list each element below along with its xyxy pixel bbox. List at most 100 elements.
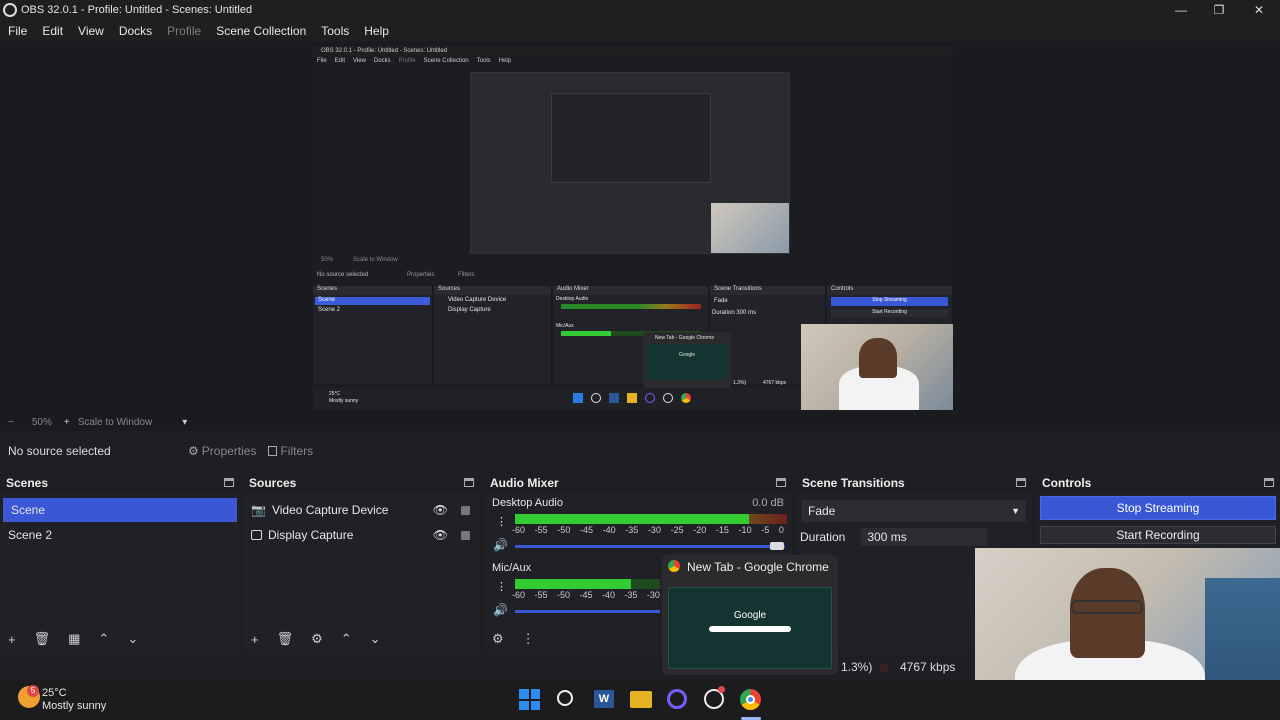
chrome-window-title: New Tab - Google Chrome <box>687 560 829 574</box>
properties-button[interactable]: ⚙ Properties <box>188 444 256 458</box>
menu-tools[interactable]: Tools <box>321 24 349 38</box>
file-explorer-icon[interactable] <box>630 691 652 708</box>
volume-slider[interactable] <box>515 610 660 613</box>
lock-icon[interactable] <box>461 505 470 515</box>
source-item[interactable]: Display Capture 👁 <box>243 523 480 547</box>
meter-ticks: -60 -55 -50 -45 -40 -35 -30 <box>512 590 660 600</box>
minimize-button[interactable]: — <box>1162 0 1200 20</box>
meter-ticks: -60 -55 -50 -45 -40 -35 -30 -25 -20 -15 -10 -5 0 <box>512 525 784 535</box>
trash-icon[interactable]: 🗑 <box>277 631 294 647</box>
close-button[interactable]: ✕ <box>1240 0 1278 20</box>
duration-label: Duration <box>800 530 846 544</box>
scenes-header: Scenes <box>0 473 240 492</box>
chrome-thumbnail[interactable]: Google <box>668 587 832 669</box>
zoom-in-button[interactable]: + <box>64 417 70 428</box>
scale-mode[interactable]: Scale to Window <box>78 417 152 428</box>
gear-icon: ⚙ <box>188 444 199 458</box>
duration-row: Duration 300 ms <box>796 528 1032 546</box>
zoom-out-button[interactable]: − <box>8 417 14 428</box>
menu-help[interactable]: Help <box>364 24 389 38</box>
nested-mixer-title: Audio Mixer <box>553 286 708 295</box>
undock-icon[interactable] <box>224 478 234 487</box>
source-item[interactable]: 📷 Video Capture Device 👁 <box>243 498 480 522</box>
scene-item[interactable]: Scene 2 <box>0 523 240 547</box>
undock-icon[interactable] <box>1016 478 1026 487</box>
nested-app-icon <box>645 393 655 403</box>
undock-icon[interactable] <box>1264 478 1274 487</box>
nested-chrome-title: New Tab - Google Chrome <box>655 335 715 341</box>
gear-icon[interactable]: ⚙ <box>311 631 323 647</box>
filter-icon[interactable]: ▦ <box>68 631 80 647</box>
nested-desktop-audio: Desktop Audio <box>556 296 589 302</box>
word-icon[interactable]: W <box>594 690 614 708</box>
nested-title: OBS 32.0.1 - Profile: Untitled - Scenes:… <box>313 46 953 56</box>
speaker-icon[interactable]: 🔊 <box>493 538 508 552</box>
kebab-menu-icon[interactable]: ⋮ <box>522 631 535 647</box>
chevron-up-icon[interactable]: ⌃ <box>341 631 352 647</box>
meter-tick-label: 0 <box>778 525 784 535</box>
eye-icon[interactable]: 👁 <box>433 503 448 517</box>
filters-label: Filters <box>280 444 314 458</box>
sources-title: Sources <box>249 475 297 490</box>
program-preview[interactable]: OBS 32.0.1 - Profile: Untitled - Scenes:… <box>313 46 953 410</box>
lock-icon[interactable] <box>461 530 470 540</box>
app-icon[interactable] <box>667 689 687 709</box>
channel-db: 0.0 dB <box>752 497 784 509</box>
meter-tick-label: -40 <box>601 590 615 600</box>
speaker-icon[interactable]: 🔊 <box>493 603 508 617</box>
audio-mixer-title: Audio Mixer <box>490 475 559 490</box>
kebab-menu-icon[interactable]: ⋮ <box>496 580 507 593</box>
duration-input[interactable]: 300 ms <box>861 528 987 546</box>
meter-tick-label: -5 <box>761 525 770 535</box>
menu-bar: File Edit View Docks Profile Scene Colle… <box>0 20 1280 41</box>
chrome-preview-popup[interactable]: New Tab - Google Chrome Google <box>662 555 838 675</box>
nested-transitions-title: Scene Transitions <box>710 286 825 295</box>
undock-icon[interactable] <box>464 478 474 487</box>
transition-select[interactable]: Fade ▼ <box>802 500 1026 522</box>
stop-streaming-button[interactable]: Stop Streaming <box>1040 496 1276 520</box>
link-gear-icon[interactable]: ⚙ <box>492 631 504 647</box>
zoom-value: 50% <box>31 416 52 428</box>
trash-icon[interactable]: 🗑 <box>34 631 51 647</box>
search-icon[interactable] <box>557 690 573 706</box>
source-name: Video Capture Device <box>271 503 389 517</box>
glasses <box>1071 600 1143 614</box>
controls-title: Controls <box>1042 475 1092 490</box>
start-recording-button[interactable]: Start Recording <box>1040 526 1276 544</box>
window-title: OBS 32.0.1 - Profile: Untitled - Scenes:… <box>21 4 253 16</box>
kebab-menu-icon[interactable]: ⋮ <box>496 515 507 528</box>
volume-slider-handle[interactable] <box>770 542 784 550</box>
chevron-up-icon[interactable]: ⌃ <box>98 631 109 647</box>
maximize-button[interactable]: ❐ <box>1200 0 1238 20</box>
monitor-icon <box>251 530 262 540</box>
add-icon[interactable]: + <box>8 632 16 647</box>
nested-cpu: 1.3%) <box>733 380 747 386</box>
weather-temp[interactable]: 25°C <box>42 687 67 699</box>
nested-no-source: No source selected <box>317 272 369 278</box>
properties-label: Properties <box>201 444 257 458</box>
menu-profile[interactable]: Profile <box>167 24 201 38</box>
volume-slider[interactable] <box>515 545 785 548</box>
eye-icon[interactable]: 👁 <box>433 528 448 542</box>
menu-edit[interactable]: Edit <box>42 24 63 38</box>
menu-scene-collection[interactable]: Scene Collection <box>216 24 306 38</box>
undock-icon[interactable] <box>776 478 786 487</box>
scene-item[interactable]: Scene <box>3 498 237 522</box>
nested-scale: Scale to Window <box>353 257 398 263</box>
menu-view[interactable]: View <box>78 24 104 38</box>
chevron-down-icon[interactable]: ⌄ <box>370 631 381 647</box>
menu-docks[interactable]: Docks <box>119 24 152 38</box>
chevron-down-icon[interactable]: ⌄ <box>127 631 138 647</box>
channel-name: Mic/Aux <box>492 562 532 574</box>
menu-file[interactable]: File <box>8 24 27 38</box>
chevron-down-icon[interactable]: ▾ <box>182 417 187 428</box>
nested-start-icon <box>573 393 583 403</box>
chrome-icon[interactable] <box>740 689 761 710</box>
weather-desc[interactable]: Mostly sunny <box>42 700 106 712</box>
scenes-dock: Scenes Scene Scene 2 + 🗑 ▦ ⌃ ⌄ <box>0 473 240 654</box>
nested-fade: Fade <box>714 298 728 304</box>
nested-webcam-preview <box>711 203 789 253</box>
add-icon[interactable]: + <box>251 632 259 647</box>
windows-start-icon[interactable] <box>519 689 540 710</box>
filters-button[interactable]: Filters <box>268 444 313 458</box>
